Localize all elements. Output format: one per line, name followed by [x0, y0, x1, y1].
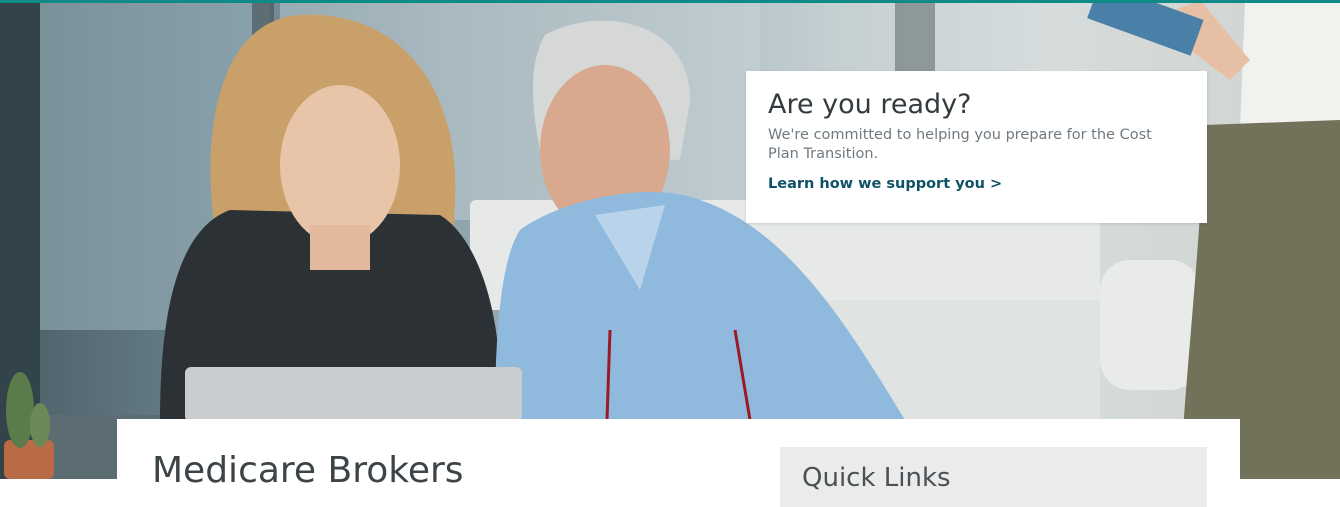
promo-title: Are you ready?: [768, 89, 972, 120]
promo-card: Are you ready? We're committed to helpin…: [746, 71, 1207, 223]
top-accent-bar: [0, 0, 1340, 3]
quick-links-title: Quick Links: [802, 463, 951, 493]
promo-description: We're committed to helping you prepare f…: [768, 127, 1152, 162]
section-title: Medicare Brokers: [152, 450, 464, 491]
learn-support-link[interactable]: Learn how we support you >: [768, 176, 1002, 192]
quick-links-box: Quick Links: [780, 447, 1207, 507]
